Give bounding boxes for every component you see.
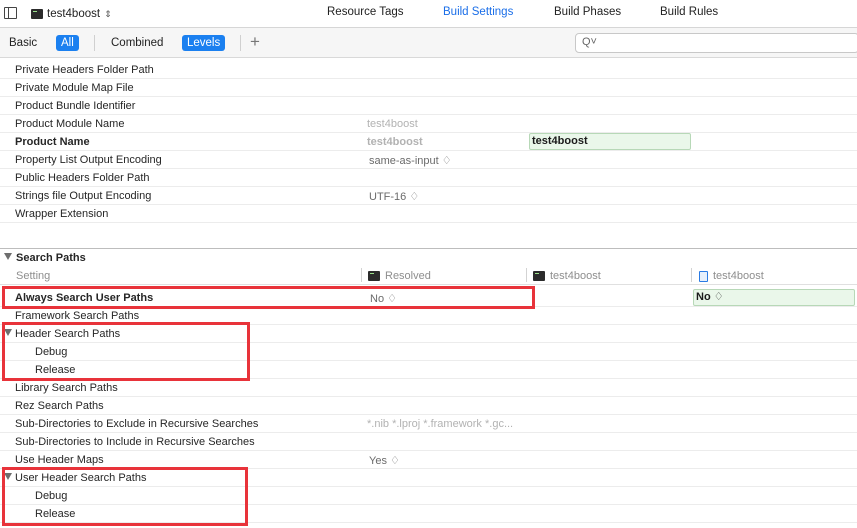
setting-label: Private Headers Folder Path <box>15 64 154 76</box>
setting-label: Library Search Paths <box>15 382 118 394</box>
setting-row[interactable]: Wrapper Extension <box>0 205 857 223</box>
sidebar-toggle-icon[interactable] <box>4 7 17 19</box>
terminal-target-icon <box>31 9 43 19</box>
editor-tab-bar: test4boost ⇕ Resource Tags Build Setting… <box>0 0 857 28</box>
view-combined-button[interactable]: Combined <box>106 35 168 51</box>
setting-row[interactable]: Property List Output Encoding same-as-in… <box>0 151 857 169</box>
target-name: test4boost <box>47 8 101 20</box>
setting-label: Public Headers Folder Path <box>15 172 150 184</box>
settings-filter-bar: Basic All Combined Levels + Q˅ <box>0 28 857 58</box>
setting-row[interactable]: Rez Search Paths <box>0 397 857 415</box>
setting-label: Product Bundle Identifier <box>15 100 136 112</box>
highlight-box <box>2 286 535 309</box>
resolved-value: test4boost <box>367 136 423 148</box>
section-title: Search Paths <box>16 252 86 264</box>
setting-row[interactable]: Product Name test4boost test4boost <box>0 133 857 151</box>
setting-label: Private Module Map File <box>15 82 134 94</box>
setting-row[interactable]: Sub-Directories to Include in Recursive … <box>0 433 857 451</box>
column-setting: Setting <box>16 270 51 282</box>
resolved-value: *.nib *.lproj *.framework *.gc... <box>367 418 514 430</box>
column-divider <box>526 268 527 282</box>
setting-row[interactable]: Strings file Output Encoding UTF-16 ♢ <box>0 187 857 205</box>
tab-resource-tags[interactable]: Resource Tags <box>327 6 404 18</box>
setting-row[interactable]: Private Module Map File <box>0 79 857 97</box>
resolved-popup[interactable]: UTF-16 ♢ <box>369 190 419 203</box>
setting-label: Wrapper Extension <box>15 208 109 220</box>
setting-row[interactable]: Sub-Directories to Exclude in Recursive … <box>0 415 857 433</box>
setting-label: Framework Search Paths <box>15 310 140 322</box>
column-project-label: test4boost <box>713 270 764 282</box>
setting-label: Use Header Maps <box>15 454 104 466</box>
column-divider <box>691 268 692 282</box>
tab-build-rules[interactable]: Build Rules <box>660 6 718 18</box>
highlight-box <box>2 322 250 381</box>
resolved-popup[interactable]: Yes ♢ <box>369 454 400 467</box>
setting-label: Product Name <box>15 136 90 148</box>
column-divider <box>361 268 362 282</box>
add-setting-icon[interactable]: + <box>250 32 260 52</box>
setting-label: Property List Output Encoding <box>15 154 162 166</box>
resolved-popup[interactable]: same-as-input ♢ <box>369 154 452 167</box>
setting-row[interactable]: Library Search Paths <box>0 379 857 397</box>
section-header-search-paths[interactable]: Search Paths <box>0 248 857 266</box>
filter-divider <box>94 35 95 51</box>
column-project: test4boost <box>699 270 764 282</box>
tab-build-settings[interactable]: Build Settings <box>443 6 513 18</box>
setting-label: Sub-Directories to Exclude in Recursive … <box>15 418 259 430</box>
target-selector[interactable]: test4boost ⇕ <box>31 6 112 22</box>
project-file-icon <box>699 270 708 282</box>
target-value-field[interactable]: test4boost <box>529 133 691 150</box>
column-target-label: test4boost <box>550 270 601 282</box>
filter-basic-button[interactable]: Basic <box>4 35 42 51</box>
terminal-target-icon <box>533 271 545 281</box>
filter-all-button[interactable]: All <box>56 35 79 51</box>
filter-divider <box>240 35 241 51</box>
levels-column-header: Setting Resolved test4boost test4boost <box>0 266 857 285</box>
column-target: test4boost <box>533 270 601 282</box>
search-input[interactable]: Q˅ <box>575 33 857 53</box>
setting-label: Rez Search Paths <box>15 400 104 412</box>
tab-build-phases[interactable]: Build Phases <box>554 6 621 18</box>
terminal-target-icon <box>368 271 380 281</box>
highlight-box <box>2 467 248 526</box>
setting-label: Strings file Output Encoding <box>15 190 152 202</box>
project-value-popup[interactable]: No ♢ <box>693 289 855 306</box>
view-levels-button[interactable]: Levels <box>182 35 226 51</box>
search-icon: Q˅ <box>582 36 597 48</box>
disclosure-triangle-icon[interactable] <box>4 253 12 260</box>
setting-row[interactable]: Product Module Name test4boost <box>0 115 857 133</box>
setting-row[interactable]: Private Headers Folder Path <box>0 61 857 79</box>
setting-label: Sub-Directories to Include in Recursive … <box>15 436 255 448</box>
setting-label: Product Module Name <box>15 118 125 130</box>
setting-row[interactable]: Public Headers Folder Path <box>0 169 857 187</box>
chevron-updown-icon: ⇕ <box>104 8 112 19</box>
column-resolved: Resolved <box>368 270 431 282</box>
setting-row[interactable]: Product Bundle Identifier <box>0 97 857 115</box>
resolved-value: test4boost <box>367 118 418 130</box>
column-resolved-label: Resolved <box>385 270 431 282</box>
